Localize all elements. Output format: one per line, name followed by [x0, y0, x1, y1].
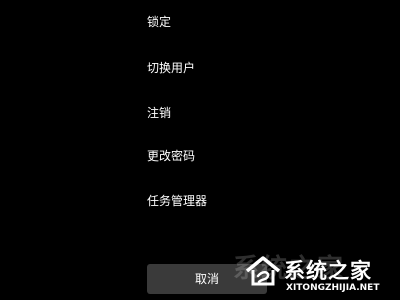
watermark-site-name: 系统之家: [284, 259, 372, 283]
house-logo-icon: [245, 256, 281, 286]
menu-item-sign-out[interactable]: 注销: [147, 105, 171, 121]
watermark-url: XITONGZHIJIA.NET: [286, 283, 380, 293]
menu-item-change-password[interactable]: 更改密码: [147, 148, 195, 164]
menu-item-switch-user[interactable]: 切换用户: [147, 60, 195, 76]
menu-item-task-manager[interactable]: 任务管理器: [147, 193, 207, 209]
menu-item-lock[interactable]: 锁定: [147, 14, 171, 30]
watermark: 系统之家 XITONGZHIJIA.NET: [244, 248, 400, 300]
security-options-screen: 锁定 切换用户 注销 更改密码 任务管理器 取消 系统之家 系统之家 XITON…: [0, 0, 400, 300]
